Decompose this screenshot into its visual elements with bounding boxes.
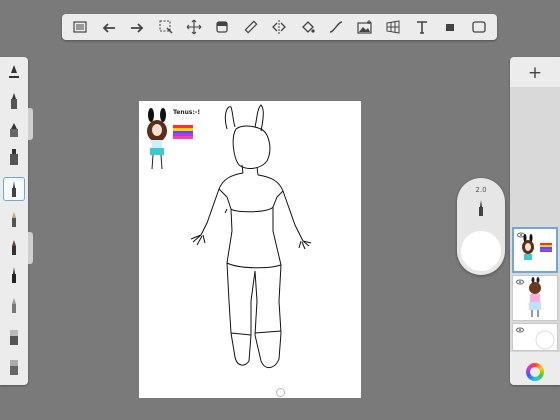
- brush-panel-toggle-icon[interactable]: [3, 61, 25, 85]
- brush-size-control[interactable]: 2.0: [461, 182, 501, 226]
- brush-pen-icon[interactable]: [3, 263, 25, 287]
- canvas-scroll-indicator: [276, 388, 285, 397]
- rainbow-sign: [173, 125, 193, 139]
- layer-panel: +: [510, 57, 560, 385]
- layer-thumbnail-2[interactable]: [512, 275, 558, 321]
- brush-panel: [0, 57, 28, 385]
- layer-thumbnail-1[interactable]: [512, 227, 558, 273]
- toolbar-handle[interactable]: [273, 3, 287, 37]
- brush-paint-icon[interactable]: [3, 207, 25, 231]
- drawing-canvas[interactable]: Tenus:-!: [139, 101, 361, 398]
- import-image-icon[interactable]: [354, 16, 376, 38]
- layer-list: [510, 87, 560, 352]
- brush-marker-icon[interactable]: [3, 117, 25, 141]
- brush-pencil-icon[interactable]: [3, 89, 25, 113]
- curve-icon[interactable]: [325, 16, 347, 38]
- stroke-icon[interactable]: [439, 16, 461, 38]
- text-icon[interactable]: [411, 16, 433, 38]
- layer-3-preview: [535, 330, 555, 350]
- perspective-icon[interactable]: [382, 16, 404, 38]
- brush-size-label: 2.0: [475, 186, 487, 194]
- top-toolbar: [62, 14, 497, 40]
- add-layer-button[interactable]: +: [510, 61, 560, 85]
- sticker-character: [147, 108, 167, 170]
- fullscreen-icon[interactable]: [468, 16, 490, 38]
- list-icon[interactable]: [69, 16, 91, 38]
- brush-airbrush-icon[interactable]: [3, 145, 25, 169]
- brush-ink-icon[interactable]: [3, 177, 25, 201]
- color-wheel-icon[interactable]: [526, 363, 544, 381]
- layer-2-preview: [529, 277, 541, 317]
- layer-1-preview: [522, 234, 552, 260]
- fill-icon[interactable]: [297, 16, 319, 38]
- layer-icon[interactable]: [211, 16, 233, 38]
- brush-panel-tab-lower[interactable]: [28, 232, 33, 264]
- transform-icon[interactable]: [183, 16, 205, 38]
- layer-thumbnail-3[interactable]: [512, 323, 558, 351]
- sticker-text: Tenus:-!: [173, 109, 200, 116]
- select-icon[interactable]: [155, 16, 177, 38]
- brush-puck[interactable]: 2.0: [457, 178, 505, 275]
- brush-panel-tab[interactable]: [28, 108, 33, 140]
- brush-color-control[interactable]: [461, 231, 501, 271]
- ruler-icon[interactable]: [240, 16, 262, 38]
- current-brush-icon: [479, 200, 483, 216]
- symmetry-icon[interactable]: [268, 16, 290, 38]
- redo-icon[interactable]: [126, 16, 148, 38]
- brush-eraser-soft-icon[interactable]: [3, 355, 25, 379]
- brush-eraser-hard-icon[interactable]: [3, 325, 25, 349]
- brush-chalk-icon[interactable]: [3, 235, 25, 259]
- undo-icon[interactable]: [98, 16, 120, 38]
- canvas-artwork: Tenus:-!: [147, 104, 312, 368]
- figure-outline: [190, 104, 312, 368]
- brush-smudge-icon[interactable]: [3, 293, 25, 317]
